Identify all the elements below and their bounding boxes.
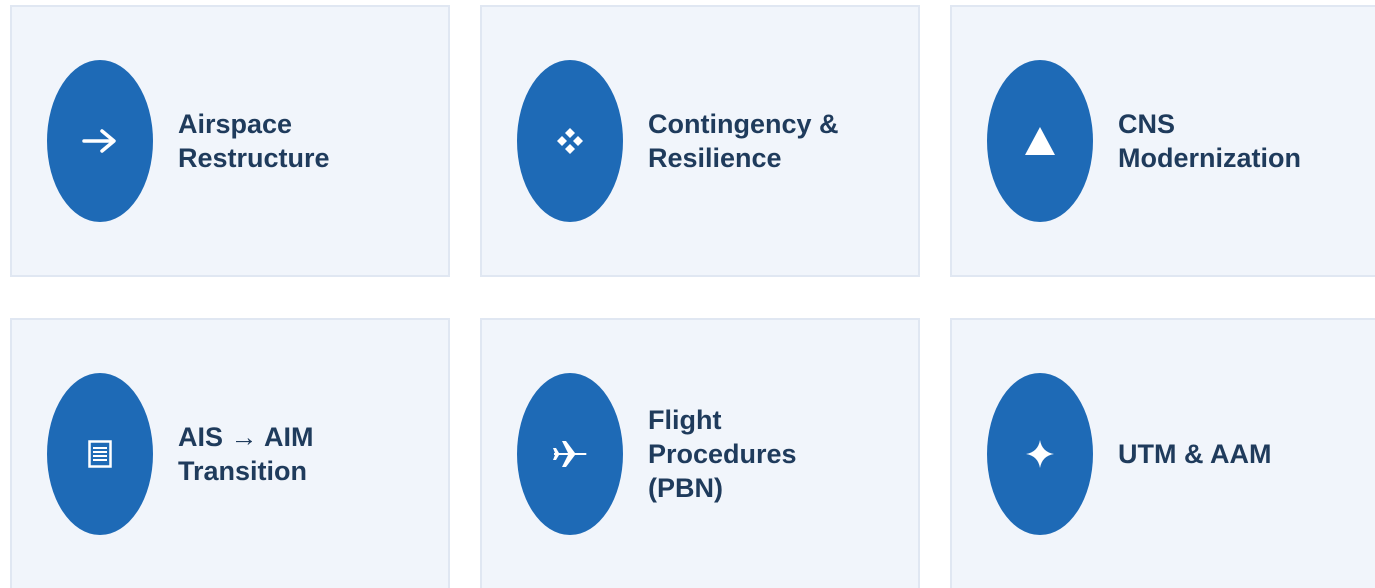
card-label: CNS Modernization <box>1118 109 1301 173</box>
icon-badge <box>517 373 623 535</box>
card-label: AIS → AIM Transition <box>178 422 314 486</box>
card-label: Contingency & Resilience <box>648 109 839 173</box>
list-document-icon <box>88 440 112 468</box>
triangle-icon <box>1025 127 1055 155</box>
card-ais-aim-transition[interactable]: AIS → AIM Transition <box>10 318 450 588</box>
card-flight-procedures-pbn[interactable]: Flight Procedures (PBN) <box>480 318 920 588</box>
card-utm-aam[interactable]: UTM & AAM <box>950 318 1375 588</box>
topic-grid: Airspace Restructure Contingency & Resil… <box>0 0 1375 588</box>
icon-badge <box>987 60 1093 222</box>
icon-badge <box>987 373 1093 535</box>
icon-badge <box>47 373 153 535</box>
card-label: Flight Procedures (PBN) <box>648 405 797 503</box>
arrow-right-icon <box>82 129 116 153</box>
card-label: UTM & AAM <box>1118 439 1272 469</box>
airplane-icon <box>553 441 587 467</box>
four-point-star-icon <box>1026 440 1054 468</box>
card-contingency-resilience[interactable]: Contingency & Resilience <box>480 5 920 277</box>
diamond-cluster-icon <box>557 128 583 154</box>
icon-badge <box>517 60 623 222</box>
card-cns-modernization[interactable]: CNS Modernization <box>950 5 1375 277</box>
card-airspace-restructure[interactable]: Airspace Restructure <box>10 5 450 277</box>
card-label: Airspace Restructure <box>178 109 330 173</box>
icon-badge <box>47 60 153 222</box>
